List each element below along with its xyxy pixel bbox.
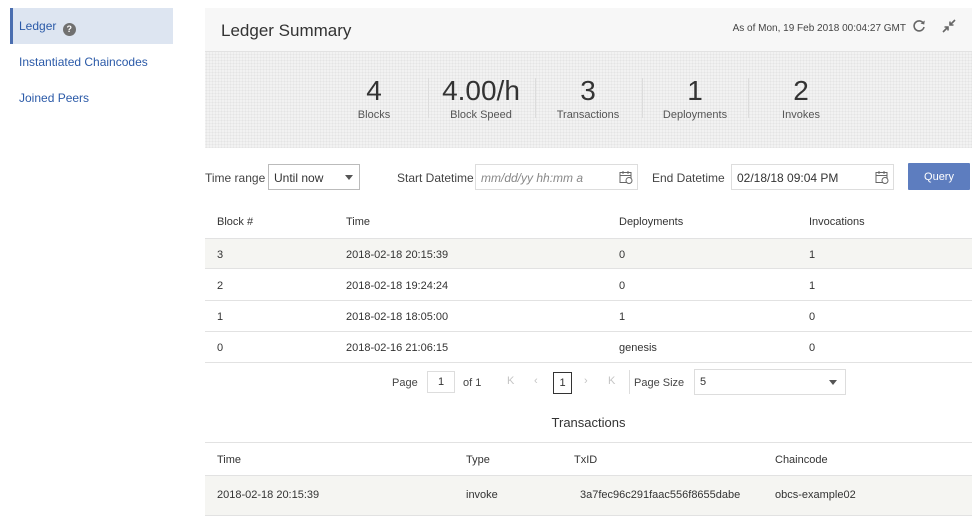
cell-time: 2018-02-16 21:06:15 <box>346 342 449 354</box>
start-datetime-placeholder: mm/dd/yy hh:mm a <box>481 171 584 185</box>
last-page-icon[interactable]: K <box>608 375 615 387</box>
sidebar-item-instantiated-chaincodes[interactable]: Instantiated Chaincodes <box>10 44 173 80</box>
page-count: of 1 <box>463 377 482 389</box>
page-size-label: Page Size <box>634 377 685 389</box>
column-header-deployments[interactable]: Deployments <box>619 216 683 228</box>
summary-header: Ledger Summary As of Mon, 19 Feb 2018 00… <box>205 8 972 52</box>
end-datetime-label: End Datetime <box>652 171 725 185</box>
column-header-invocations[interactable]: Invocations <box>809 216 865 228</box>
ledger-summary-panel: Ledger Summary As of Mon, 19 Feb 2018 00… <box>205 8 972 148</box>
time-range-value: Until now <box>274 171 324 185</box>
column-header-time[interactable]: Time <box>346 216 370 228</box>
cell-invocations: 1 <box>809 249 816 261</box>
chevron-down-icon <box>829 380 837 385</box>
table-row[interactable]: 3 2018-02-18 20:15:39 0 1 <box>205 238 972 269</box>
stat-value: 1 <box>687 75 703 106</box>
cell-deployments: 0 <box>619 249 626 261</box>
page-size-value: 5 <box>700 376 707 388</box>
sidebar-item-joined-peers[interactable]: Joined Peers <box>10 80 173 116</box>
transactions-title: Transactions <box>551 415 626 430</box>
cell-deployments: 1 <box>619 311 626 323</box>
cell-time: 2018-02-18 18:05:00 <box>346 311 449 323</box>
end-datetime-value: 02/18/18 09:04 PM <box>737 171 839 185</box>
cell-invocations: 0 <box>809 342 816 354</box>
table-row[interactable]: 2 2018-02-18 19:24:24 0 1 <box>205 270 972 301</box>
collapse-icon[interactable] <box>941 18 957 34</box>
start-datetime-input[interactable]: mm/dd/yy hh:mm a <box>475 164 638 190</box>
cell-invocations: 0 <box>809 311 816 323</box>
current-page-button[interactable]: 1 <box>553 372 572 394</box>
cell-type: invoke <box>466 489 498 501</box>
query-button[interactable]: Query <box>908 163 970 190</box>
time-range-label: Time range <box>205 171 266 185</box>
stat-label: Transactions <box>556 109 620 121</box>
calendar-icon[interactable] <box>875 170 889 184</box>
cell-block: 2 <box>217 280 224 292</box>
help-icon[interactable]: ? <box>62 23 76 36</box>
sidebar-item-label: Instantiated Chaincodes <box>19 55 148 69</box>
cell-deployments: 0 <box>619 280 626 292</box>
cell-block: 3 <box>217 249 224 261</box>
cell-deployments: genesis <box>619 342 657 354</box>
stat-label: Deployments <box>662 109 728 121</box>
cell-chaincode: obcs-example02 <box>775 489 856 501</box>
table-row[interactable]: 0 2018-02-16 21:06:15 genesis 0 <box>205 332 972 363</box>
cell-block: 1 <box>217 311 224 323</box>
as-of-timestamp: As of Mon, 19 Feb 2018 00:04:27 GMT <box>732 23 906 34</box>
chevron-down-icon <box>345 175 353 180</box>
column-header-chaincode[interactable]: Chaincode <box>775 454 828 466</box>
table-row[interactable]: 1 2018-02-18 18:05:00 1 0 <box>205 301 972 332</box>
sidebar-item-label: Ledger <box>19 19 57 33</box>
column-header-block[interactable]: Block # <box>217 216 253 228</box>
cell-block: 0 <box>217 342 224 354</box>
column-header-type[interactable]: Type <box>466 454 490 466</box>
start-datetime-label: Start Datetime <box>397 171 474 185</box>
cell-invocations: 1 <box>809 280 816 292</box>
stat-block-speed: 4.00/h Block Speed <box>428 75 534 122</box>
page-size-select[interactable]: 5 <box>694 369 846 395</box>
next-page-icon[interactable]: › <box>584 375 588 387</box>
sidebar-item-ledger[interactable]: Ledger ? <box>10 8 173 44</box>
column-header-txid[interactable]: TxID <box>574 454 597 466</box>
stat-transactions: 3 Transactions <box>535 75 641 122</box>
end-datetime-input[interactable]: 02/18/18 09:04 PM <box>731 164 894 190</box>
transactions-header: Time Type TxID Chaincode <box>205 442 972 476</box>
stat-label: Invokes <box>782 109 820 121</box>
stat-blocks: 4 Blocks <box>321 75 427 122</box>
page-number-input[interactable]: 1 <box>427 371 455 393</box>
cell-txid[interactable]: 3a7fec96c291faac556f8655dabe <box>580 489 740 501</box>
stat-value: 4.00/h <box>442 75 520 106</box>
cell-time: 2018-02-18 20:15:39 <box>217 489 320 501</box>
pager-divider <box>629 370 630 394</box>
stat-value: 2 <box>793 75 809 106</box>
refresh-icon[interactable] <box>911 18 927 34</box>
stat-label: Block Speed <box>450 109 512 121</box>
cell-time: 2018-02-18 19:24:24 <box>346 280 449 292</box>
cell-time: 2018-02-18 20:15:39 <box>346 249 449 261</box>
table-row[interactable]: 2018-02-18 20:15:39 invoke 3a7fec96c291f… <box>205 476 972 516</box>
time-range-select[interactable]: Until now <box>268 164 360 190</box>
stat-value: 3 <box>580 75 596 106</box>
stat-deployments: 1 Deployments <box>642 75 748 122</box>
sidebar-item-label: Joined Peers <box>19 91 90 105</box>
stat-invokes: 2 Invokes <box>748 75 854 122</box>
prev-page-icon[interactable]: ‹ <box>534 375 538 387</box>
stat-value: 4 <box>366 75 382 106</box>
column-header-time[interactable]: Time <box>217 454 241 466</box>
sidebar: Ledger ? Instantiated Chaincodes Joined … <box>0 0 180 527</box>
stat-label: Blocks <box>357 109 391 121</box>
calendar-icon[interactable] <box>619 170 633 184</box>
page-label: Page <box>392 377 418 389</box>
page-title: Ledger Summary <box>221 21 352 40</box>
first-page-icon[interactable]: K <box>507 375 514 387</box>
